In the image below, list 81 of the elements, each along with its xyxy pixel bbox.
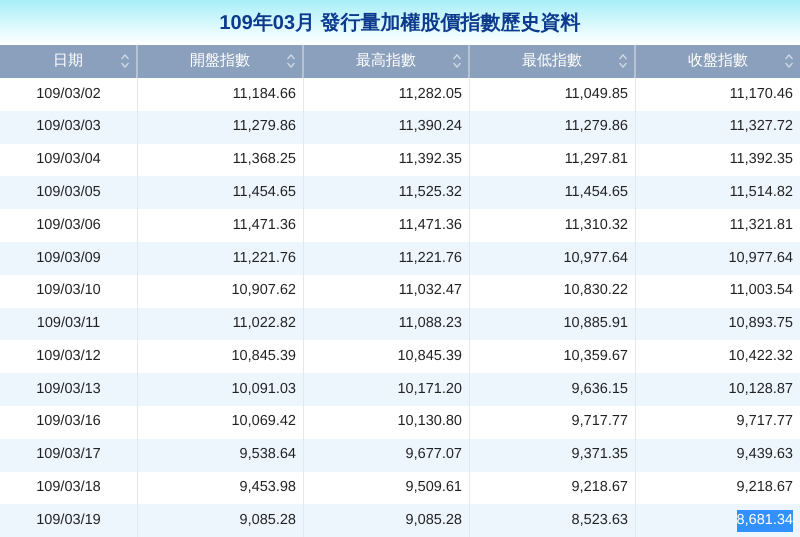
table-cell-text: 109/03/04 xyxy=(36,150,101,170)
table-cell-text: 109/03/05 xyxy=(36,182,101,202)
table-cell-text: 9,717.77 xyxy=(736,412,793,432)
table-cell-text: 10,171.20 xyxy=(397,380,462,399)
table-cell-text: 9,636.15 xyxy=(572,380,628,399)
table-cell-text: 9,509.61 xyxy=(406,478,462,498)
table-cell-text: 10,359.67 xyxy=(563,346,628,366)
table-cell-text: 10,977.64 xyxy=(728,248,793,268)
table-cell-text: 9,453.98 xyxy=(240,478,296,498)
table-cell-text: 11,184.66 xyxy=(232,84,296,104)
table-cell-text: 10,893.75 xyxy=(728,314,793,334)
table-cell-text: 109/03/12 xyxy=(36,346,101,366)
table-cell: 8,681.34 xyxy=(736,510,793,532)
table-cell-text: 11,170.46 xyxy=(730,84,793,104)
table-cell-text: 9,218.67 xyxy=(736,478,793,498)
table-cell-text: 109/03/02 xyxy=(36,84,101,104)
table-cell-text: 109/03/13 xyxy=(36,380,101,399)
table-cell-text: 11,454.65 xyxy=(564,182,628,202)
table-cell-text: 10,069.42 xyxy=(231,412,296,432)
column-header[interactable]: 收盤指數 xyxy=(636,45,800,78)
table-cell-text: 11,221.76 xyxy=(398,248,462,268)
table-cell-text: 10,845.39 xyxy=(231,346,296,366)
table-cell-text: 11,321.81 xyxy=(730,216,793,235)
table-cell-text: 9,677.07 xyxy=(406,445,462,464)
table-cell-text: 109/03/06 xyxy=(36,216,101,235)
table-cell-text: 109/03/11 xyxy=(36,314,100,334)
table-cell-text: 10,977.64 xyxy=(563,248,628,268)
table-cell-text: 10,907.62 xyxy=(231,281,296,300)
table-cell-text: 10,845.39 xyxy=(397,346,462,366)
column-header[interactable]: 日期 xyxy=(0,45,138,78)
table-cell-text: 11,310.32 xyxy=(564,216,628,235)
table-cell-text: 11,392.35 xyxy=(398,150,462,170)
table-cell-text: 10,422.32 xyxy=(728,346,793,366)
sort-icon xyxy=(452,53,462,69)
table-cell-text: 11,327.72 xyxy=(730,117,793,136)
table-cell-text: 11,471.36 xyxy=(232,216,296,235)
table-cell-text: 11,003.54 xyxy=(730,281,793,300)
table-cell-text: 11,221.76 xyxy=(232,248,296,268)
table-cell-text: 11,049.85 xyxy=(564,84,628,104)
table-cell-text: 10,885.91 xyxy=(563,314,628,334)
table-cell-text: 11,279.86 xyxy=(232,117,296,136)
table-cell-text: 11,032.47 xyxy=(398,281,462,300)
table-cell-text: 11,368.25 xyxy=(232,150,296,170)
table-cell-text: 11,525.32 xyxy=(398,182,462,202)
table-cell-text: 11,297.81 xyxy=(564,150,628,170)
table-cell-text: 11,022.82 xyxy=(232,314,296,334)
table-cell-text: 109/03/17 xyxy=(36,445,101,464)
sort-icon xyxy=(618,53,628,69)
table-cell-text: 9,085.28 xyxy=(406,510,462,530)
table-cell-text: 9,717.77 xyxy=(572,412,628,432)
table-cell-text: 10,830.22 xyxy=(563,281,628,300)
sort-icon xyxy=(286,53,296,69)
table-cell-text: 11,282.05 xyxy=(398,84,462,104)
table-cell-text: 10,091.03 xyxy=(231,380,296,399)
table-cell-text: 11,390.24 xyxy=(398,117,462,136)
column-header[interactable]: 最高指數 xyxy=(304,45,470,78)
table-cell-text: 109/03/18 xyxy=(36,478,101,498)
table-cell-text: 11,392.35 xyxy=(730,150,793,170)
table-cell-text: 10,128.87 xyxy=(728,380,793,399)
table-cell-text: 11,279.86 xyxy=(564,117,628,136)
table-cell-text: 9,371.35 xyxy=(572,445,628,464)
table-cell-text: 109/03/16 xyxy=(36,412,101,432)
table-cell-text: 109/03/10 xyxy=(36,281,101,300)
sort-icon xyxy=(120,53,130,69)
table-cell-text: 9,085.28 xyxy=(240,510,296,530)
table-cell-text: 9,538.64 xyxy=(240,445,296,464)
page-title: 109年03月 發行量加權股價指數歷史資料 xyxy=(219,10,581,34)
sort-icon xyxy=(784,53,794,69)
table-cell-text: 9,218.67 xyxy=(572,478,628,498)
column-header[interactable]: 最低指數 xyxy=(470,45,636,78)
table-cell-text: 11,471.36 xyxy=(398,216,462,235)
table-cell-text: 109/03/03 xyxy=(36,117,101,136)
table-cell-text: 11,088.23 xyxy=(398,314,462,334)
table-cell-text: 9,439.63 xyxy=(736,445,793,464)
table-cell-text: 109/03/19 xyxy=(36,510,101,530)
table-cell-text: 8,523.63 xyxy=(572,510,628,530)
table-cell-text: 109/03/09 xyxy=(36,248,101,268)
table-cell-text: 10,130.80 xyxy=(397,412,462,432)
column-header[interactable]: 開盤指數 xyxy=(138,45,304,78)
table-cell-text: 11,514.82 xyxy=(730,182,793,202)
table-cell-text: 11,454.65 xyxy=(232,182,296,202)
